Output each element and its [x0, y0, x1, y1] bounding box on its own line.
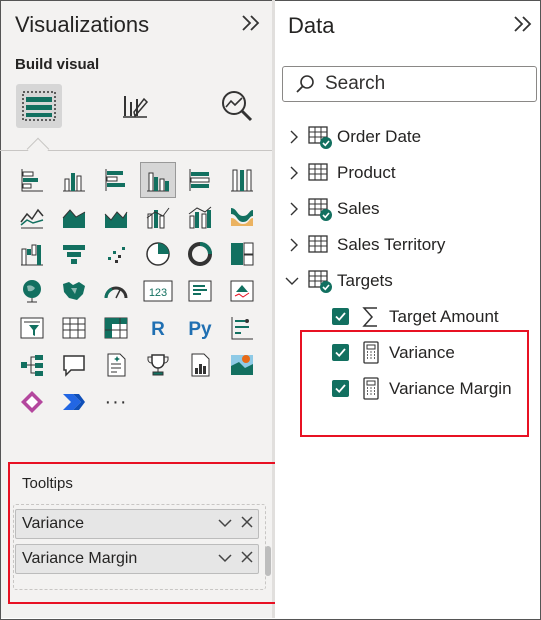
table-label: Targets [337, 271, 393, 290]
field-pill-label: Variance [22, 515, 84, 532]
waterfall-chart-icon[interactable] [14, 236, 50, 272]
table-order-date[interactable]: Order Date [275, 121, 540, 153]
build-visual-icon [22, 91, 56, 121]
r-script-visual-icon[interactable]: R [140, 310, 176, 346]
visualizations-title: Visualizations [15, 12, 150, 37]
table-label: Sales Territory [337, 235, 446, 254]
filled-map-icon[interactable] [56, 273, 92, 309]
scatter-chart-icon[interactable] [98, 236, 134, 272]
data-pane-title: Data [288, 13, 335, 38]
close-icon[interactable] [236, 550, 258, 568]
table-icon [308, 197, 332, 221]
donut-chart-icon[interactable] [182, 236, 218, 272]
collapse-visualizations-icon[interactable] [240, 12, 262, 40]
chevron-right-icon[interactable] [287, 236, 301, 254]
build-visual-tab[interactable] [16, 84, 62, 128]
chevron-down-icon[interactable] [214, 550, 236, 568]
treemap-icon[interactable] [224, 236, 260, 272]
azure-map-icon[interactable] [224, 347, 260, 383]
svg-text:R: R [151, 319, 165, 340]
table-icon [308, 233, 332, 257]
svg-text:123: 123 [149, 287, 167, 299]
analytics-tab[interactable] [214, 84, 260, 128]
clustered-column-chart-icon[interactable] [140, 162, 176, 198]
build-visual-label: Build visual [15, 56, 100, 73]
chevron-right-icon[interactable] [287, 128, 301, 146]
clustered-bar-chart-icon[interactable] [98, 162, 134, 198]
chevron-down-icon[interactable] [285, 272, 299, 290]
python-visual-icon[interactable]: Py [182, 310, 218, 346]
search-icon [296, 75, 314, 93]
well-scrollbar[interactable] [265, 546, 271, 576]
kpi-icon[interactable] [224, 273, 260, 309]
funnel-chart-icon[interactable] [56, 236, 92, 272]
close-icon[interactable] [236, 515, 258, 533]
data-pane: Data Order Date Product Sales Sa [275, 1, 540, 618]
100-percent-column-chart-icon[interactable] [224, 162, 260, 198]
ribbon-chart-icon[interactable] [224, 199, 260, 235]
100-percent-bar-chart-icon[interactable] [182, 162, 218, 198]
field-label: Target Amount [389, 307, 499, 326]
table-targets[interactable]: Targets [275, 265, 540, 297]
line-and-clustered-column-chart-icon[interactable] [182, 199, 218, 235]
chevron-right-icon[interactable] [287, 164, 301, 182]
table-label: Product [337, 163, 396, 182]
table-icon[interactable] [56, 310, 92, 346]
tooltip-field-variance-margin[interactable]: Variance Margin [15, 544, 259, 574]
paginated-report-icon[interactable] [182, 347, 218, 383]
table-icon [308, 125, 332, 149]
table-label: Sales [337, 199, 380, 218]
format-paintbrush-icon [123, 96, 149, 118]
decomposition-tree-icon[interactable] [14, 347, 50, 383]
tooltip-field-variance[interactable]: Variance [15, 509, 259, 539]
search-input[interactable] [325, 73, 525, 95]
qa-visual-icon[interactable] [56, 347, 92, 383]
matrix-icon[interactable] [98, 310, 134, 346]
field-target-amount[interactable]: Target Amount [275, 301, 540, 333]
metrics-trophy-icon[interactable] [140, 347, 176, 383]
pie-chart-icon[interactable] [140, 236, 176, 272]
line-chart-icon[interactable] [14, 199, 50, 235]
table-icon [308, 161, 332, 185]
stacked-bar-chart-icon[interactable] [14, 162, 50, 198]
power-apps-icon[interactable] [14, 384, 50, 420]
format-visual-tab[interactable] [112, 84, 158, 128]
slicer-icon[interactable] [14, 310, 50, 346]
smart-narrative-icon[interactable] [98, 347, 134, 383]
collapse-data-icon[interactable] [512, 13, 534, 41]
multi-row-card-icon[interactable] [182, 273, 218, 309]
power-automate-icon[interactable] [56, 384, 92, 420]
analytics-magnifier-icon [222, 91, 253, 122]
key-influencers-icon[interactable] [224, 310, 260, 346]
more-visuals-icon[interactable]: ··· [98, 384, 134, 420]
area-chart-icon[interactable] [56, 199, 92, 235]
table-label: Order Date [337, 127, 422, 146]
field-pill-label: Variance Margin [22, 550, 138, 567]
table-product[interactable]: Product [275, 157, 540, 189]
stacked-column-chart-icon[interactable] [56, 162, 92, 198]
tooltips-well-label: Tooltips [22, 475, 73, 492]
chevron-down-icon[interactable] [214, 515, 236, 533]
line-and-column-chart-icon[interactable] [140, 199, 176, 235]
card-icon[interactable]: 123 [140, 273, 176, 309]
table-sales-territory[interactable]: Sales Territory [275, 229, 540, 261]
sigma-icon [360, 305, 384, 329]
chevron-right-icon[interactable] [287, 200, 301, 218]
svg-text:Py: Py [188, 319, 212, 340]
fields-highlight-box [300, 330, 529, 437]
table-icon [308, 269, 332, 293]
data-search-box[interactable] [282, 66, 537, 102]
stacked-area-chart-icon[interactable] [98, 199, 134, 235]
map-icon[interactable] [14, 273, 50, 309]
visual-type-gallery: 123 R Py ··· [14, 162, 260, 420]
table-sales[interactable]: Sales [275, 193, 540, 225]
gauge-icon[interactable] [98, 273, 134, 309]
checkbox-checked[interactable] [332, 308, 349, 325]
